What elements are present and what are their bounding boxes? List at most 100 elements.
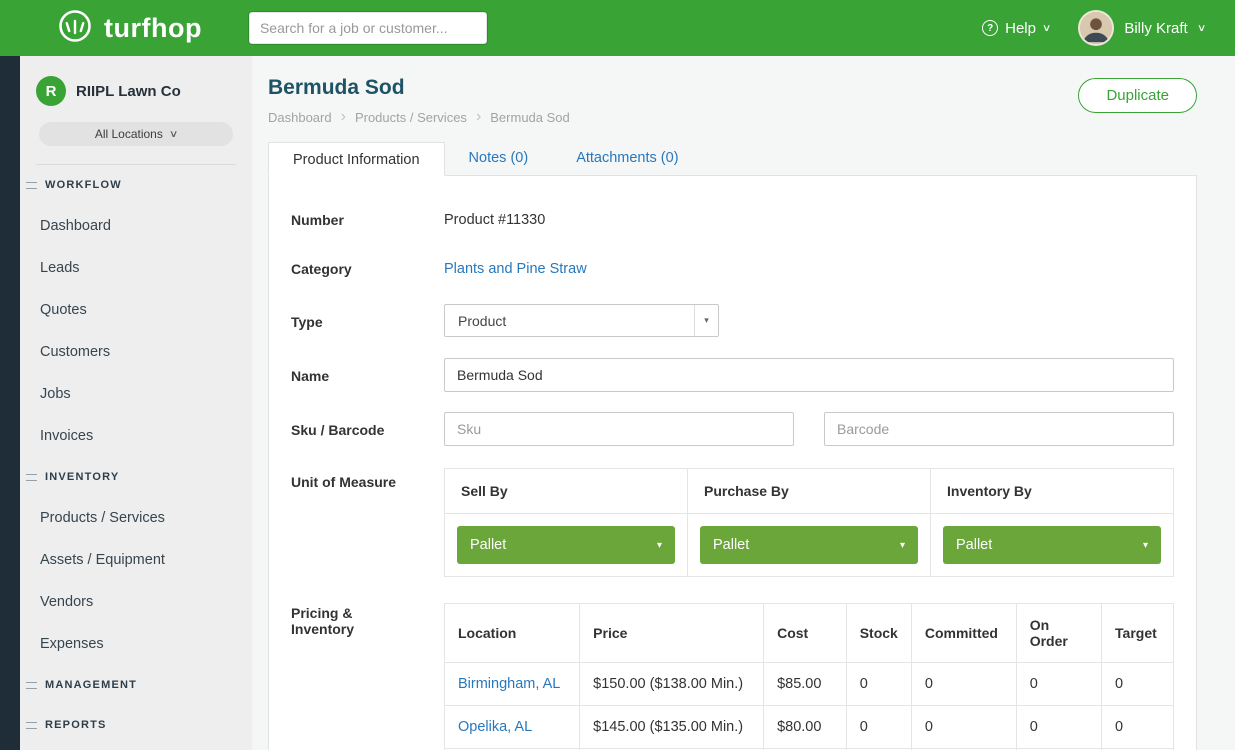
sidebar-item-customers[interactable]: Customers xyxy=(20,331,252,373)
sidebar-item-invoices[interactable]: Invoices xyxy=(20,415,252,457)
help-icon: ? xyxy=(982,20,998,36)
brand[interactable]: turfhop xyxy=(56,7,202,50)
inventory-by-dropdown[interactable]: Pallet ▾ xyxy=(943,526,1161,564)
sell-by-dropdown[interactable]: Pallet ▾ xyxy=(457,526,675,564)
committed-cell: 0 xyxy=(911,706,1016,749)
sidebar-item-products-services[interactable]: Products / Services xyxy=(20,497,252,539)
breadcrumb-separator-icon: › xyxy=(476,109,481,125)
location-filter-label: All Locations xyxy=(95,127,163,141)
company-name: RIIPL Lawn Co xyxy=(76,83,181,100)
user-name: Billy Kraft xyxy=(1124,20,1187,37)
number-label: Number xyxy=(291,210,444,228)
location-filter-dropdown[interactable]: All Locations ∨ xyxy=(39,122,233,146)
cost-cell: $85.00 xyxy=(764,663,847,706)
left-rail xyxy=(0,56,20,750)
category-link[interactable]: Plants and Pine Straw xyxy=(444,261,587,277)
sidebar-item-dashboard[interactable]: Dashboard xyxy=(20,205,252,247)
col-price: Price xyxy=(580,604,764,663)
sidebar-item-quotes[interactable]: Quotes xyxy=(20,289,252,331)
target-cell: 0 xyxy=(1102,706,1174,749)
unit-of-measure-table: Sell By Purchase By Inventory By Pallet … xyxy=(444,468,1174,577)
breadcrumb-separator-icon: › xyxy=(341,109,346,125)
sidebar-section-management[interactable]: MANAGEMENT xyxy=(20,665,252,705)
avatar xyxy=(1078,10,1114,46)
pricing-inventory-label: Pricing & Inventory xyxy=(291,603,444,750)
uom-column-sell-by: Sell By xyxy=(445,469,688,514)
barcode-input[interactable] xyxy=(824,412,1174,446)
select-arrow-icon: ▾ xyxy=(694,305,718,336)
sidebar-item-vendors[interactable]: Vendors xyxy=(20,581,252,623)
section-label: MANAGEMENT xyxy=(45,679,137,691)
location-link[interactable]: Opelika, AL xyxy=(458,719,532,735)
duplicate-button[interactable]: Duplicate xyxy=(1078,78,1197,113)
unit-of-measure-label: Unit of Measure xyxy=(291,468,444,577)
sidebar-item-expenses[interactable]: Expenses xyxy=(20,623,252,665)
sidebar: R RIIPL Lawn Co All Locations ∨ WORKFLOW… xyxy=(20,56,252,750)
section-label: INVENTORY xyxy=(45,471,119,483)
search-input[interactable] xyxy=(248,11,488,45)
sidebar-item-jobs[interactable]: Jobs xyxy=(20,373,252,415)
sidebar-item-assets-equipment[interactable]: Assets / Equipment xyxy=(20,539,252,581)
type-label: Type xyxy=(291,304,444,337)
section-dashes-icon xyxy=(26,682,37,689)
company-logo: R xyxy=(36,76,66,106)
sku-input[interactable] xyxy=(444,412,794,446)
main-content: Bermuda Sod Dashboard › Products / Servi… xyxy=(252,56,1235,750)
tab-product-information[interactable]: Product Information xyxy=(268,142,445,176)
page-title: Bermuda Sod xyxy=(268,76,570,100)
price-cell: $145.00 ($135.00 Min.) xyxy=(580,706,764,749)
purchase-by-value: Pallet xyxy=(713,537,749,553)
sidebar-section-inventory[interactable]: INVENTORY xyxy=(20,457,252,497)
pricing-inventory-table: Location Price Cost Stock Committed On O… xyxy=(444,603,1174,750)
on-order-cell: 0 xyxy=(1016,706,1101,749)
pricing-header-row: Location Price Cost Stock Committed On O… xyxy=(445,604,1174,663)
section-dashes-icon xyxy=(26,722,37,729)
section-dashes-icon xyxy=(26,474,37,481)
purchase-by-dropdown[interactable]: Pallet ▾ xyxy=(700,526,918,564)
type-select-value: Product xyxy=(458,313,506,329)
uom-column-purchase-by: Purchase By xyxy=(688,469,931,514)
name-input[interactable] xyxy=(444,358,1174,392)
number-value: Product #11330 xyxy=(444,210,1174,228)
top-header: turfhop ? Help ∨ Billy Kraft ∨ xyxy=(0,0,1235,56)
stock-cell: 0 xyxy=(846,706,911,749)
turfhop-logo-icon xyxy=(56,7,94,50)
breadcrumb-current: Bermuda Sod xyxy=(490,110,570,125)
product-information-panel: Number Product #11330 Category Plants an… xyxy=(268,175,1197,750)
user-menu[interactable]: Billy Kraft ∨ xyxy=(1078,10,1205,46)
sku-barcode-label: Sku / Barcode xyxy=(291,412,444,446)
uom-column-inventory-by: Inventory By xyxy=(931,469,1174,514)
help-menu[interactable]: ? Help ∨ xyxy=(982,20,1050,37)
sell-by-value: Pallet xyxy=(470,537,506,553)
tab-notes[interactable]: Notes (0) xyxy=(445,141,553,175)
type-select[interactable]: Product ▾ xyxy=(444,304,719,337)
sidebar-section-workflow[interactable]: WORKFLOW xyxy=(20,165,252,205)
committed-cell: 0 xyxy=(911,663,1016,706)
help-label: Help xyxy=(1005,20,1036,37)
on-order-cell: 0 xyxy=(1016,663,1101,706)
col-cost: Cost xyxy=(764,604,847,663)
tab-attachments[interactable]: Attachments (0) xyxy=(552,141,702,175)
category-label: Category xyxy=(291,259,444,277)
col-stock: Stock xyxy=(846,604,911,663)
pricing-row: Birmingham, AL $150.00 ($138.00 Min.) $8… xyxy=(445,663,1174,706)
breadcrumb: Dashboard › Products / Services › Bermud… xyxy=(268,109,570,125)
pricing-row: Opelika, AL $145.00 ($135.00 Min.) $80.0… xyxy=(445,706,1174,749)
company-block: R RIIPL Lawn Co All Locations ∨ xyxy=(20,56,252,165)
section-dashes-icon xyxy=(26,182,37,189)
col-target: Target xyxy=(1102,604,1174,663)
sidebar-item-leads[interactable]: Leads xyxy=(20,247,252,289)
breadcrumb-products-services[interactable]: Products / Services xyxy=(355,110,467,125)
inventory-by-value: Pallet xyxy=(956,537,992,553)
stock-cell: 0 xyxy=(846,663,911,706)
location-link[interactable]: Birmingham, AL xyxy=(458,676,560,692)
sidebar-section-reports[interactable]: REPORTS xyxy=(20,705,252,745)
app-window: turfhop ? Help ∨ Billy Kraft ∨ xyxy=(0,0,1235,750)
tab-bar: Product Information Notes (0) Attachment… xyxy=(268,141,1197,175)
name-label: Name xyxy=(291,358,444,392)
chevron-down-icon: ∨ xyxy=(1197,23,1207,34)
select-arrow-icon: ▾ xyxy=(657,540,662,551)
breadcrumb-dashboard[interactable]: Dashboard xyxy=(268,110,332,125)
header-right: ? Help ∨ Billy Kraft ∨ xyxy=(982,10,1235,46)
chevron-down-icon: ∨ xyxy=(1042,23,1052,34)
